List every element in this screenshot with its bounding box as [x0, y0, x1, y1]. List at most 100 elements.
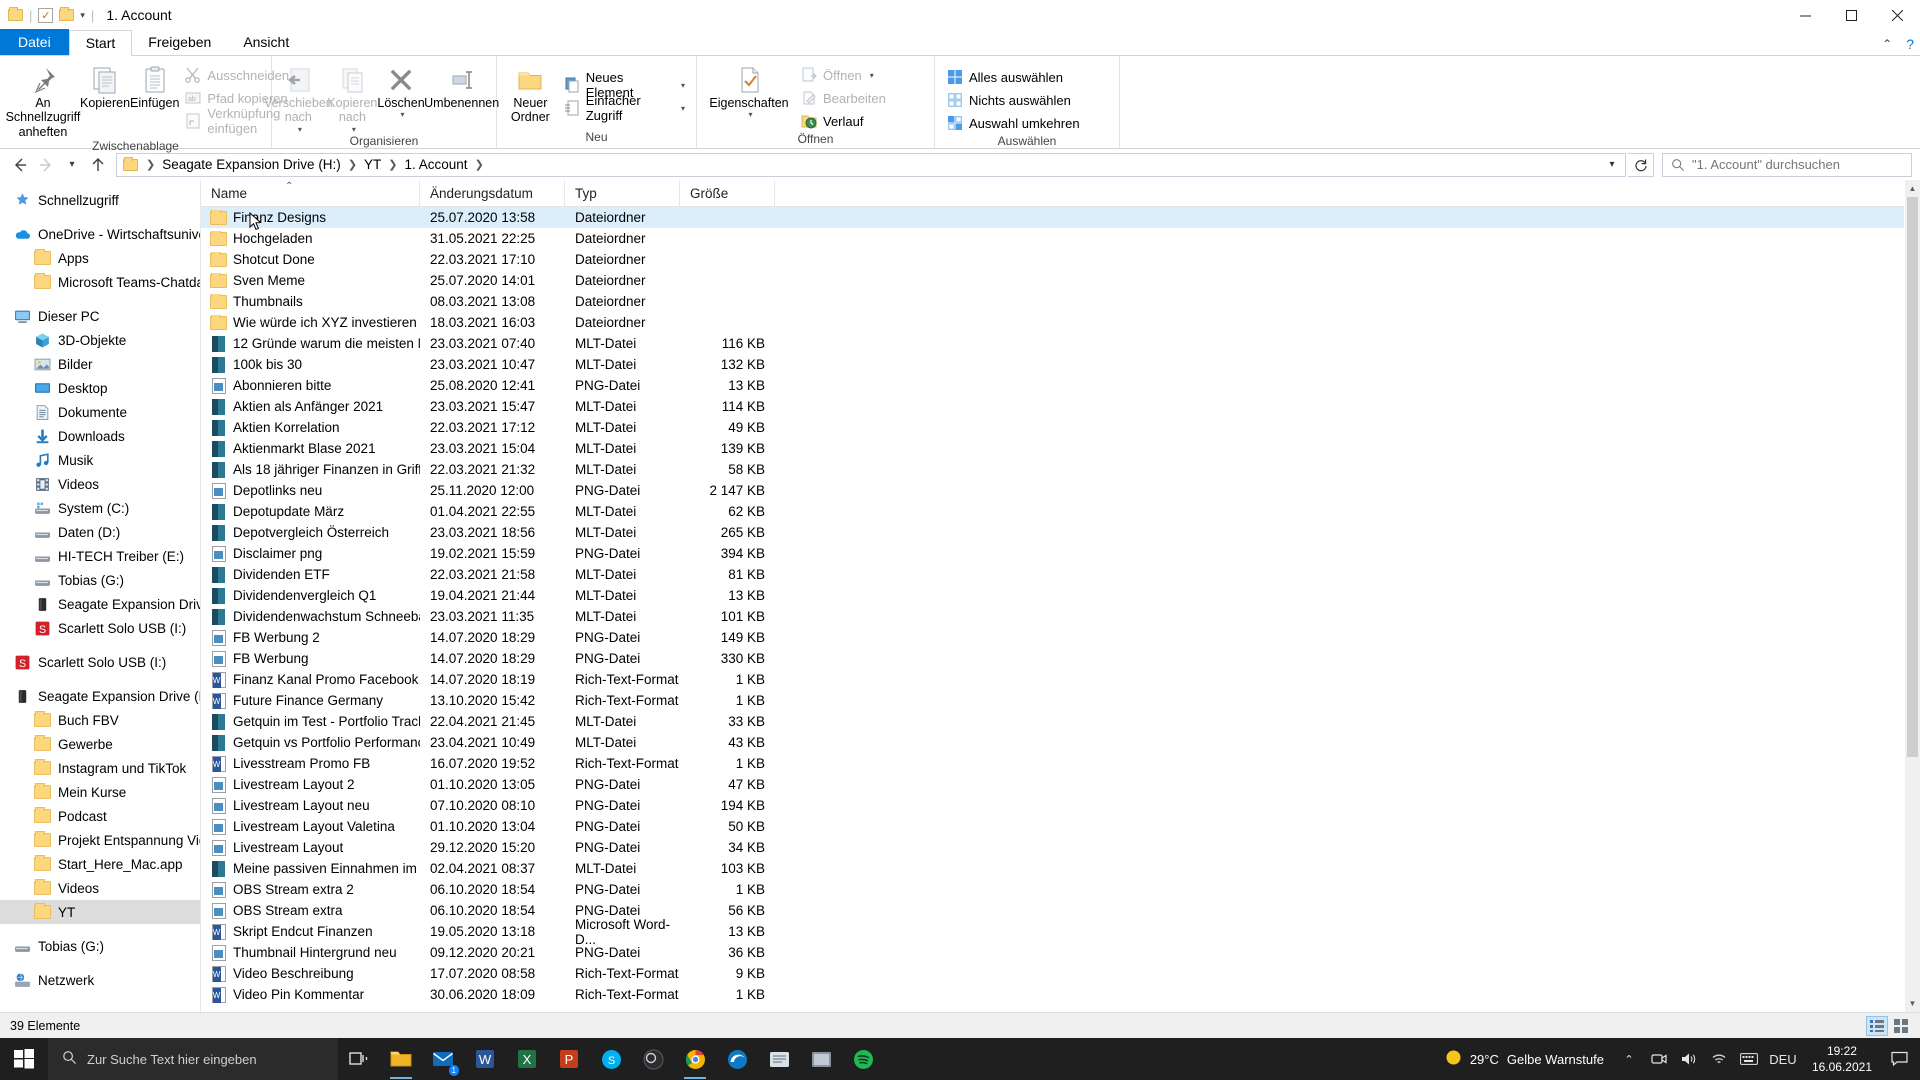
- table-row[interactable]: Aktien als Anfänger 2021 23.03.2021 15:47…: [201, 396, 1904, 417]
- chevron-down-icon[interactable]: ▾: [298, 125, 302, 134]
- help-icon[interactable]: ?: [1906, 36, 1914, 52]
- search-input[interactable]: "1. Account" durchsuchen: [1692, 157, 1840, 172]
- volume-icon[interactable]: [1674, 1038, 1704, 1080]
- search-box[interactable]: "1. Account" durchsuchen: [1662, 152, 1912, 177]
- properties-button[interactable]: Eigenschaften ▾: [703, 60, 795, 120]
- table-row[interactable]: FB Werbung 2 14.07.2020 18:29 PNG-Datei 149…: [201, 627, 1904, 648]
- customize-caret-icon[interactable]: ▾: [80, 10, 85, 21]
- table-row[interactable]: Aktienmarkt Blase 2021 23.03.2021 15:04 ML…: [201, 438, 1904, 459]
- column-header-size[interactable]: Größe: [680, 179, 775, 207]
- sidebar-item-musik[interactable]: Musik: [0, 448, 200, 472]
- sidebar-item-buch-fbv[interactable]: Buch FBV: [0, 708, 200, 732]
- table-row[interactable]: Sven Meme 25.07.2020 14:01 Dateiordner: [201, 270, 1904, 291]
- table-row[interactable]: Finanz Kanal Promo Facebook 14.07.2020 18…: [201, 669, 1904, 690]
- sidebar-item-downloads[interactable]: Downloads: [0, 424, 200, 448]
- select-none-button[interactable]: Nichts auswählen: [941, 89, 1085, 111]
- table-row[interactable]: 12 Gründe warum die meisten Menschen... 2…: [201, 333, 1904, 354]
- table-row[interactable]: Depotlinks neu 25.11.2020 12:00 PNG-Datei 2…: [201, 480, 1904, 501]
- file-rows[interactable]: Finanz Designs 25.07.2020 13:58 Dateiordne…: [201, 207, 1904, 1012]
- sidebar-item-mein-kurse[interactable]: Mein Kurse: [0, 780, 200, 804]
- camera-icon[interactable]: [1644, 1038, 1674, 1080]
- table-row[interactable]: Wie würde ich XYZ investieren 18.03.2021 …: [201, 312, 1904, 333]
- table-row[interactable]: Getquin im Test - Portfolio Tracking lei…: [201, 711, 1904, 732]
- delete-button[interactable]: Löschen ▾: [377, 60, 425, 120]
- scrollbar-track[interactable]: [1905, 197, 1920, 995]
- details-view-button[interactable]: [1866, 1015, 1888, 1036]
- table-row[interactable]: Hochgeladen 31.05.2021 22:25 Dateiordner: [201, 228, 1904, 249]
- clock[interactable]: 19:22 16.06.2021: [1802, 1043, 1882, 1075]
- task-view-button[interactable]: [338, 1038, 380, 1080]
- sidebar-item-apps[interactable]: Apps: [0, 246, 200, 270]
- sidebar-item-schnellzugriff[interactable]: Schnellzugriff: [0, 188, 200, 212]
- breadcrumb[interactable]: ❯ Seagate Expansion Drive (H:) ❯ YT ❯ 1.…: [116, 152, 1626, 177]
- large-icons-view-button[interactable]: [1890, 1016, 1912, 1036]
- new-folder-button[interactable]: Neuer Ordner: [503, 60, 558, 125]
- explorer2-icon[interactable]: [800, 1038, 842, 1080]
- chevron-down-icon[interactable]: ▾: [748, 110, 752, 119]
- taskbar-search-placeholder[interactable]: Zur Suche Text hier eingeben: [87, 1052, 257, 1067]
- sidebar-item-system-c[interactable]: System (C:): [0, 496, 200, 520]
- chrome-icon[interactable]: [674, 1038, 716, 1080]
- table-row[interactable]: Thumbnail Hintergrund neu 09.12.2020 20:2…: [201, 942, 1904, 963]
- tab-freigeben[interactable]: Freigeben: [132, 29, 227, 55]
- table-row[interactable]: Abonnieren bitte 25.08.2020 12:41 PNG-Date…: [201, 375, 1904, 396]
- sidebar-item-start-here-mac-app[interactable]: Start_Here_Mac.app: [0, 852, 200, 876]
- spotify-icon[interactable]: [842, 1038, 884, 1080]
- breadcrumb-item-yt[interactable]: YT: [361, 157, 384, 172]
- sidebar-item-videos[interactable]: Videos: [0, 876, 200, 900]
- windows-start-button[interactable]: [0, 1038, 48, 1080]
- folder-icon[interactable]: [8, 7, 23, 21]
- table-row[interactable]: Livestream Layout 29.12.2020 15:20 PNG-Dat…: [201, 837, 1904, 858]
- table-row[interactable]: Video Pin Kommentar 30.06.2020 18:09 Rich-…: [201, 984, 1904, 1005]
- table-row[interactable]: Dividendenwachstum Schneeballsystem 23.03…: [201, 606, 1904, 627]
- close-button[interactable]: [1874, 0, 1920, 30]
- show-hidden-icons-caret[interactable]: ⌃: [1614, 1038, 1644, 1080]
- sidebar-item-tobias-g[interactable]: Tobias (G:): [0, 934, 200, 958]
- file-explorer-icon[interactable]: [380, 1038, 422, 1080]
- tab-ansicht[interactable]: Ansicht: [227, 29, 305, 55]
- table-row[interactable]: Getquin vs Portfolio Performance 23.04.20…: [201, 732, 1904, 753]
- table-row[interactable]: Disclaimer png 19.02.2021 15:59 PNG-Datei 3…: [201, 543, 1904, 564]
- network-icon[interactable]: [1704, 1038, 1734, 1080]
- table-row[interactable]: OBS Stream extra 2 06.10.2020 18:54 PNG-Da…: [201, 879, 1904, 900]
- breadcrumb-item-account[interactable]: 1. Account: [402, 157, 471, 172]
- table-row[interactable]: Thumbnails 08.03.2021 13:08 Dateiordner: [201, 291, 1904, 312]
- sidebar-item-scarlett-solo-usb-i[interactable]: S Scarlett Solo USB (I:): [0, 650, 200, 674]
- table-row[interactable]: Finanz Designs 25.07.2020 13:58 Dateiordne…: [201, 207, 1904, 228]
- filezilla-icon[interactable]: [758, 1038, 800, 1080]
- word-icon[interactable]: W: [464, 1038, 506, 1080]
- sidebar-item-podcast[interactable]: Podcast: [0, 804, 200, 828]
- table-row[interactable]: FB Werbung 14.07.2020 18:29 PNG-Datei 330 K…: [201, 648, 1904, 669]
- obs-icon[interactable]: [632, 1038, 674, 1080]
- collapse-ribbon-icon[interactable]: ⌃: [1882, 37, 1892, 51]
- sidebar-item-onedrive-wirtschaftsuniver[interactable]: OneDrive - Wirtschaftsuniver: [0, 222, 200, 246]
- powerpoint-icon[interactable]: P: [548, 1038, 590, 1080]
- vertical-scrollbar[interactable]: ▲ ▼: [1904, 180, 1920, 1012]
- sidebar-item-3d-objekte[interactable]: 3D-Objekte: [0, 328, 200, 352]
- table-row[interactable]: Dividenden ETF 22.03.2021 21:58 MLT-Datei 8…: [201, 564, 1904, 585]
- sidebar-item-microsoft-teams-chatdatei[interactable]: Microsoft Teams-Chatdatei: [0, 270, 200, 294]
- table-row[interactable]: Video Beschreibung 17.07.2020 08:58 Rich-T…: [201, 963, 1904, 984]
- sidebar-item-gewerbe[interactable]: Gewerbe: [0, 732, 200, 756]
- column-header-date[interactable]: Änderungsdatum: [420, 179, 565, 207]
- sidebar-item-videos[interactable]: Videos: [0, 472, 200, 496]
- language-indicator[interactable]: DEU: [1764, 1038, 1802, 1080]
- minimize-button[interactable]: [1782, 0, 1828, 30]
- table-row[interactable]: Livesstream Promo FB 16.07.2020 19:52 Rich…: [201, 753, 1904, 774]
- scroll-down-arrow[interactable]: ▼: [1905, 995, 1920, 1012]
- sidebar-item-hi-tech-treiber-e[interactable]: HI-TECH Treiber (E:): [0, 544, 200, 568]
- sidebar-item-projekt-entspannung-video[interactable]: Projekt Entspannung Video: [0, 828, 200, 852]
- table-row[interactable]: 100k bis 30 23.03.2021 10:47 MLT-Datei 132 …: [201, 354, 1904, 375]
- rename-button[interactable]: Umbenennen: [424, 60, 499, 110]
- invert-selection-button[interactable]: Auswahl umkehren: [941, 112, 1085, 134]
- table-row[interactable]: Depotvergleich Österreich 23.03.2021 18:5…: [201, 522, 1904, 543]
- sidebar-item-instagram-und-tiktok[interactable]: Instagram und TikTok: [0, 756, 200, 780]
- tab-start[interactable]: Start: [68, 30, 133, 56]
- sidebar-item-dieser-pc[interactable]: Dieser PC: [0, 304, 200, 328]
- table-row[interactable]: Als 18 jähriger Finanzen in Griff bekomm…: [201, 459, 1904, 480]
- address-dropdown-caret-icon[interactable]: ▾: [1601, 154, 1623, 176]
- breadcrumb-item-drive[interactable]: Seagate Expansion Drive (H:): [159, 157, 344, 172]
- taskbar-search[interactable]: Zur Suche Text hier eingeben: [48, 1038, 338, 1080]
- copy-button[interactable]: Kopieren: [80, 60, 130, 110]
- scroll-up-arrow[interactable]: ▲: [1905, 180, 1920, 197]
